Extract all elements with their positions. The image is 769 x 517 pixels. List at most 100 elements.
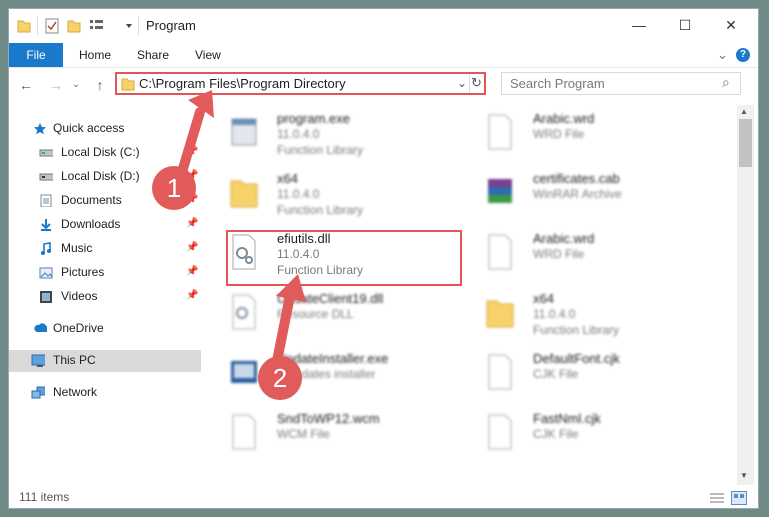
- file-type: Function Library: [533, 323, 620, 337]
- forward-button[interactable]: →: [47, 77, 65, 93]
- sidebar-item-downloads[interactable]: Downloads 📌: [9, 214, 201, 236]
- sidebar-item-label: This PC: [53, 353, 96, 367]
- folder-icon[interactable]: [17, 18, 31, 34]
- efiutils-highlight: [226, 230, 462, 286]
- file-item[interactable]: x64 11.0.4.0 Function Library: [219, 167, 459, 221]
- file-name: Arabic.wrd: [533, 231, 595, 246]
- ribbon-tabs: File Home Share View ⌄ ?: [9, 43, 758, 68]
- file-type: WinRAR Archive: [533, 187, 622, 201]
- sidebar-item-label: Downloads: [61, 217, 121, 231]
- recent-locations-button[interactable]: ⌄: [67, 77, 85, 93]
- sidebar-item-label: Music: [61, 241, 93, 255]
- navigation-pane: Quick access Local Disk (C:) 📌 Local Dis…: [9, 105, 201, 485]
- download-icon: [41, 219, 51, 231]
- sidebar-item-music[interactable]: Music 📌: [9, 238, 201, 260]
- file-type: WCM File: [277, 427, 330, 441]
- file-item[interactable]: FastNml.cjk CJK File: [475, 407, 715, 461]
- chevron-down-icon[interactable]: [125, 22, 133, 38]
- divider: [138, 17, 139, 35]
- file-name: DefaultFont.cjk: [533, 351, 620, 366]
- file-icon: [488, 114, 512, 150]
- title-bar: Program — ☐ ✕: [9, 9, 758, 43]
- explorer-window: Program — ☐ ✕ File Home Share View ⌄ ? ←…: [8, 8, 759, 509]
- sidebar-item-network[interactable]: Network: [9, 382, 201, 404]
- file-list: program.exe 11.0.4.0 Function Library Ar…: [217, 105, 737, 485]
- sidebar-item-pictures[interactable]: Pictures 📌: [9, 262, 201, 284]
- sidebar-item-label: Videos: [61, 289, 98, 303]
- minimize-button[interactable]: —: [616, 9, 662, 41]
- large-icons-view-icon[interactable]: [731, 491, 747, 505]
- exe-icon: [231, 118, 257, 146]
- details-view-icon[interactable]: [709, 492, 725, 504]
- sidebar-item-label: Local Disk (D:): [61, 169, 140, 183]
- file-name: FastNml.cjk: [533, 411, 601, 426]
- file-name: x64: [533, 291, 554, 306]
- maximize-button[interactable]: ☐: [662, 9, 708, 41]
- file-icon: [488, 354, 512, 390]
- refresh-button[interactable]: ↻: [471, 75, 482, 91]
- search-input[interactable]: Search Program: [510, 76, 605, 91]
- star-icon: [34, 123, 46, 135]
- search-box[interactable]: Search Program ⌕: [501, 72, 741, 95]
- file-name: certificates.cab: [533, 171, 620, 186]
- scroll-down-icon[interactable]: ▼: [740, 471, 748, 480]
- archive-icon: [488, 179, 512, 203]
- pin-icon: 📌: [186, 146, 199, 157]
- window-title: Program: [146, 18, 196, 33]
- sidebar-item-videos[interactable]: Videos 📌: [9, 286, 201, 308]
- file-item[interactable]: UpdateClient19.dll Resource DLL: [219, 287, 459, 341]
- sidebar-item-local-disk-c[interactable]: Local Disk (C:) 📌: [9, 142, 201, 164]
- properties-icon[interactable]: [45, 18, 59, 34]
- step-1-badge: 1: [152, 166, 196, 210]
- file-version: 11.0.4.0: [277, 127, 320, 141]
- file-icon: [488, 234, 512, 270]
- search-icon: ⌕: [722, 74, 730, 90]
- file-item[interactable]: Arabic.wrd WRD File: [475, 107, 715, 161]
- file-icon: [488, 414, 512, 450]
- tab-share[interactable]: Share: [137, 43, 169, 67]
- file-item[interactable]: DefaultFont.cjk CJK File: [475, 347, 715, 401]
- file-type: Function Library: [277, 143, 364, 157]
- help-icon[interactable]: ?: [736, 48, 750, 62]
- file-item[interactable]: certificates.cab WinRAR Archive: [475, 167, 715, 221]
- file-type: Resource DLL: [277, 307, 354, 321]
- up-button[interactable]: ↑: [91, 77, 109, 93]
- file-name: Arabic.wrd: [533, 111, 595, 126]
- sidebar-item-quick-access[interactable]: Quick access: [9, 118, 201, 140]
- scroll-up-icon[interactable]: ▲: [740, 107, 748, 116]
- file-type: WRD File: [533, 127, 585, 141]
- file-item[interactable]: SndToWP12.wcm WCM File: [219, 407, 459, 461]
- status-bar: 111 items: [9, 485, 758, 508]
- tab-home[interactable]: Home: [79, 43, 111, 67]
- sidebar-item-label: OneDrive: [53, 321, 104, 335]
- divider: [37, 17, 38, 35]
- new-folder-icon[interactable]: [67, 18, 81, 34]
- file-version: 11.0.4.0: [533, 307, 576, 321]
- sidebar-item-label: Pictures: [61, 265, 105, 279]
- file-item[interactable]: x64 11.0.4.0 Function Library: [475, 287, 715, 341]
- drive-icon: [39, 149, 53, 157]
- back-button[interactable]: ←: [17, 77, 35, 93]
- videos-icon: [40, 291, 52, 303]
- folder-icon: [121, 78, 135, 91]
- sidebar-item-onedrive[interactable]: OneDrive: [9, 318, 201, 340]
- dll-gear-icon: [232, 294, 256, 330]
- customize-toolbar-icon[interactable]: [89, 18, 107, 34]
- installer-icon: [231, 361, 257, 383]
- tab-view[interactable]: View: [195, 43, 221, 67]
- tab-file[interactable]: File: [9, 43, 63, 67]
- cloud-icon: [34, 323, 47, 332]
- file-item[interactable]: Arabic.wrd WRD File: [475, 227, 715, 281]
- address-dropdown-icon[interactable]: ⌄: [457, 76, 467, 90]
- sidebar-item-label: Quick access: [53, 121, 125, 135]
- close-button[interactable]: ✕: [708, 9, 754, 41]
- address-bar[interactable]: C:\Program Files\Program Directory ⌄ ↻: [115, 72, 486, 95]
- scroll-thumb[interactable]: [739, 119, 752, 167]
- sidebar-item-this-pc[interactable]: This PC: [9, 350, 201, 372]
- file-item[interactable]: UpdateInstaller.exe Y updates installer: [219, 347, 459, 401]
- pin-icon: 📌: [186, 218, 199, 229]
- expand-ribbon-icon[interactable]: ⌄: [717, 43, 728, 67]
- file-item[interactable]: program.exe 11.0.4.0 Function Library: [219, 107, 459, 161]
- vertical-scrollbar[interactable]: ▲ ▼: [737, 105, 754, 485]
- documents-icon: [40, 194, 52, 207]
